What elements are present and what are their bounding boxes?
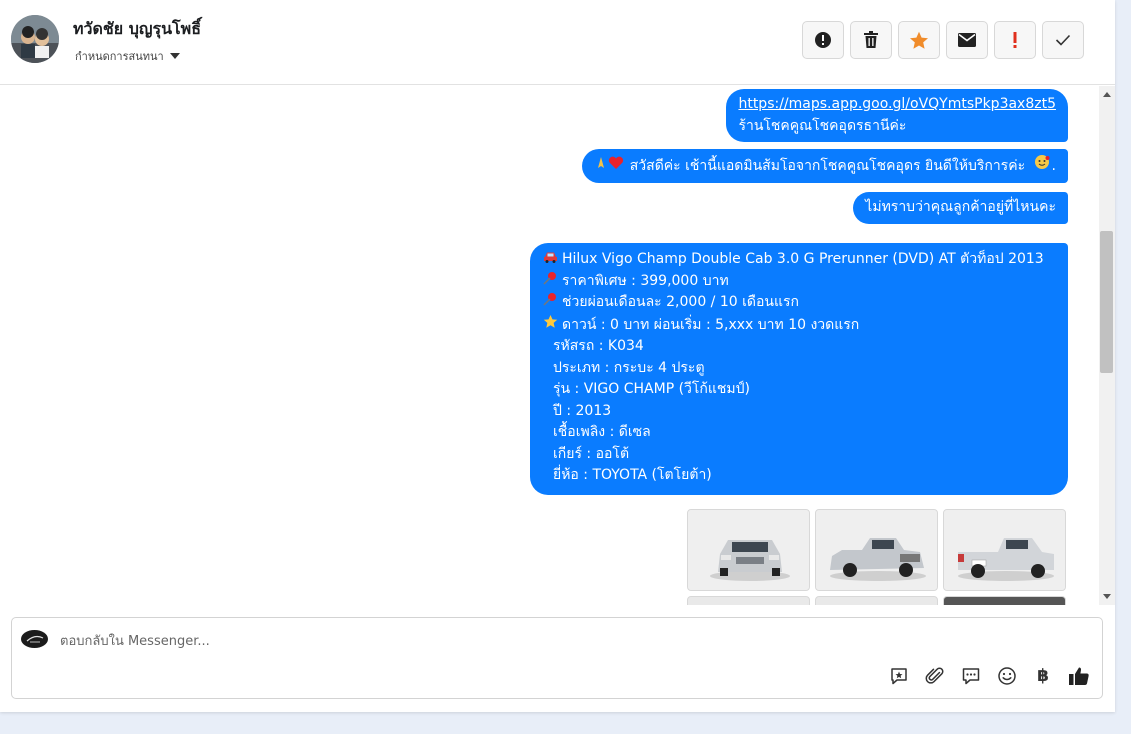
message-thread[interactable]: https://maps.app.goo.gl/oVQYmtsPkp3ax8zt… xyxy=(0,86,1099,605)
exclamation-icon xyxy=(1013,32,1017,48)
header-toolbar xyxy=(802,21,1084,59)
car-year-line: ปี : 2013 xyxy=(553,402,612,419)
reply-composer: ฿ xyxy=(11,617,1103,699)
car-photo[interactable] xyxy=(943,596,1066,605)
baht-icon: ฿ xyxy=(1037,666,1049,686)
car-gear-line: เกียร์ : ออโต้ xyxy=(553,445,630,462)
chat-bubble-icon xyxy=(962,668,980,685)
page-logo-icon xyxy=(21,630,48,648)
emoji-icon xyxy=(998,667,1016,685)
scroll-up-arrow-icon[interactable] xyxy=(1103,92,1111,97)
message-bubble[interactable]: สวัสดีค่ะ เช้านี้แอดมินส้มโอจากโชคคูณโชค… xyxy=(581,149,1068,183)
mark-unread-button[interactable] xyxy=(946,21,988,59)
car-photo-rear[interactable] xyxy=(943,509,1066,591)
saved-reply-button[interactable] xyxy=(888,665,910,687)
star-icon xyxy=(910,31,928,49)
heart-icon xyxy=(608,156,626,178)
car-model-line: รุ่น : VIGO CHAMP (วีโก้แชมป์) xyxy=(553,381,751,397)
car-photo[interactable] xyxy=(815,596,938,605)
avatar[interactable] xyxy=(11,15,59,63)
message-bubble[interactable]: https://maps.app.goo.gl/oVQYmtsPkp3ax8zt… xyxy=(726,89,1068,142)
scroll-thumb[interactable] xyxy=(1100,231,1113,373)
thumbs-up-icon xyxy=(1069,667,1089,685)
pushpin-icon xyxy=(542,271,558,293)
reply-input[interactable] xyxy=(60,631,860,651)
car-type-line: ประเภท : กระบะ 4 ประตู xyxy=(553,359,705,376)
attach-button[interactable] xyxy=(924,665,946,687)
pushpin-icon xyxy=(542,292,558,314)
message-bubble[interactable]: ไม่ทราบว่าคุณลูกค้าอยู่ที่ไหนคะ xyxy=(853,192,1068,224)
car-icon xyxy=(542,249,558,271)
delete-button[interactable] xyxy=(850,21,892,59)
conversation-header: ทวัดชัย บุญรุนโพธิ์ กำหนดการสนทนา xyxy=(0,0,1115,85)
car-brand-line: ยี่ห้อ : TOYOTA (โตโยต้า) xyxy=(553,467,712,483)
trash-icon xyxy=(864,31,878,48)
message-text: สวัสดีค่ะ เช้านี้แอดมินส้มโอจากโชคคูณโชค… xyxy=(629,158,1026,174)
mark-spam-button[interactable] xyxy=(802,21,844,59)
alert-circle-icon xyxy=(815,32,831,48)
saved-reply-icon xyxy=(891,668,907,685)
mark-important-button[interactable] xyxy=(994,21,1036,59)
assign-conversation-dropdown[interactable]: กำหนดการสนทนา xyxy=(75,47,180,65)
message-line: ร้านโชคคูณโชคอุดรธานีค่ะ xyxy=(738,117,907,134)
pray-icon xyxy=(594,156,608,178)
emoji-button[interactable] xyxy=(996,665,1018,687)
scroll-down-arrow-icon[interactable] xyxy=(1103,594,1111,599)
maps-link[interactable]: https://maps.app.goo.gl/oVQYmtsPkp3ax8zt… xyxy=(738,96,1056,112)
smiling-hearts-icon xyxy=(1034,154,1052,178)
car-photo[interactable] xyxy=(687,596,810,605)
star-emoji-icon xyxy=(542,314,558,337)
payment-button[interactable]: ฿ xyxy=(1032,665,1054,687)
thread-scrollbar[interactable] xyxy=(1099,86,1115,605)
message-text: ไม่ทราบว่าคุณลูกค้าอยู่ที่ไหนคะ xyxy=(865,199,1056,215)
paperclip-icon xyxy=(925,667,944,684)
car-details-message[interactable]: Hilux Vigo Champ Double Cab 3.0 G Prerun… xyxy=(530,243,1068,495)
car-title: Hilux Vigo Champ Double Cab 3.0 G Prerun… xyxy=(562,251,1044,267)
car-photo-side-front[interactable] xyxy=(815,509,938,591)
composer-toolbar: ฿ xyxy=(888,665,1090,687)
contact-name: ทวัดชัย บุญรุนโพธิ์ xyxy=(73,19,201,38)
assign-label: กำหนดการสนทนา xyxy=(75,50,164,63)
down-payment-line: ดาวน์ : 0 บาท ผ่อนเริ่ม : 5,xxx บาท 10 ง… xyxy=(562,316,860,333)
like-button[interactable] xyxy=(1068,665,1090,687)
message-trailing: . xyxy=(1051,158,1056,174)
installment-line: ช่วยผ่อนเดือนละ 2,000 / 10 เดือนแรก xyxy=(562,294,799,310)
mark-done-button[interactable] xyxy=(1042,21,1084,59)
car-photo-front[interactable] xyxy=(687,509,810,591)
price-line: ราคาพิเศษ : 399,000 บาท xyxy=(562,272,729,289)
messenger-window: ทวัดชัย บุญรุนโพธิ์ กำหนดการสนทนา https:… xyxy=(0,0,1115,712)
star-button[interactable] xyxy=(898,21,940,59)
car-fuel-line: เชื้อเพลิง : ดีเซล xyxy=(553,424,651,440)
car-code-line: รหัสรถ : K034 xyxy=(553,338,644,354)
quick-replies-button[interactable] xyxy=(960,665,982,687)
check-icon xyxy=(1055,34,1071,46)
caret-down-icon xyxy=(169,53,180,59)
envelope-icon xyxy=(958,33,976,47)
